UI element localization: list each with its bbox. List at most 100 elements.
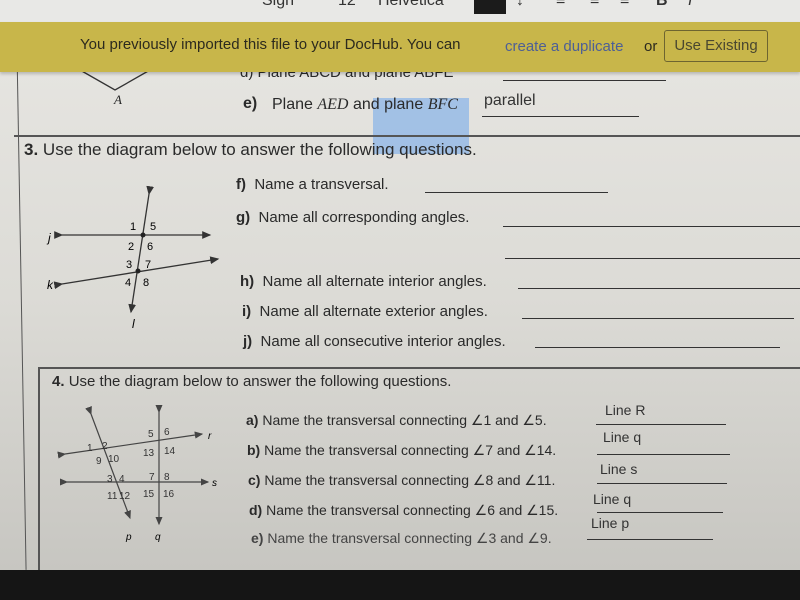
- q4-item-d: d) Name the transversal connecting ∠6 an…: [249, 502, 559, 518]
- q4-title: Use the diagram below to answer the foll…: [68, 373, 452, 390]
- answer-line-c: [597, 483, 727, 484]
- document-page: A d) Plane ABCD and plane ABFE e) Plane …: [0, 21, 800, 570]
- answer-line-a: [596, 424, 726, 425]
- answer-a[interactable]: Line R: [605, 402, 645, 418]
- angle-13: 13: [143, 448, 155, 459]
- create-duplicate-link[interactable]: create a duplicate: [505, 38, 623, 55]
- section-border: [38, 367, 40, 570]
- question-e-text-2: and plane: [352, 96, 424, 113]
- answer-d[interactable]: Line q: [593, 491, 631, 507]
- sign-button[interactable]: Sign: [262, 0, 294, 10]
- font-size-select[interactable]: 12: [338, 0, 356, 10]
- label-j: j: [46, 231, 51, 245]
- answer-line-h[interactable]: [518, 288, 800, 289]
- plane-bfc: BFC: [427, 96, 458, 113]
- angle-11: 11: [107, 491, 118, 502]
- align-right-icon[interactable]: ≡: [620, 0, 629, 10]
- angle-5: 5: [148, 429, 154, 440]
- angle-4: 4: [119, 474, 125, 485]
- angle-8: 8: [164, 472, 170, 483]
- label-k: k: [47, 278, 54, 292]
- answer-line-j[interactable]: [535, 347, 780, 348]
- line-spacing-icon[interactable]: ↕: [516, 0, 524, 10]
- use-existing-button[interactable]: Use Existing: [664, 30, 768, 62]
- answer-line-d: [503, 80, 666, 81]
- angle-3: 3: [107, 474, 113, 485]
- answer-line-e: [482, 116, 639, 117]
- angle-7: 7: [145, 259, 151, 271]
- answer-line-g2[interactable]: [505, 258, 800, 259]
- q3-heading: 3. Use the diagram below to answer the f…: [24, 140, 477, 160]
- margin-line: [16, 21, 27, 570]
- import-notice-banner: You previously imported this file to you…: [0, 22, 800, 72]
- line-l: [128, 185, 155, 314]
- angle-9: 9: [96, 456, 102, 467]
- question-e-text-1: Plane: [272, 96, 313, 113]
- q4-item-c: c) Name the transversal connecting ∠8 an…: [248, 472, 556, 488]
- angle-14: 14: [164, 446, 176, 457]
- q4-number: 4.: [52, 373, 65, 390]
- align-left-icon[interactable]: ≡: [556, 0, 565, 10]
- angle-15: 15: [143, 489, 155, 500]
- angle-10: 10: [108, 454, 120, 465]
- angle-4: 4: [125, 277, 131, 289]
- q4-item-a: a) Name the transversal connecting ∠1 an…: [246, 412, 547, 428]
- label-s: s: [212, 478, 217, 489]
- font-select[interactable]: Helvetica: [378, 0, 444, 10]
- label-l: l: [132, 317, 135, 331]
- question-e-label: e): [243, 95, 258, 112]
- q3-item-g: g) Name all corresponding angles.: [236, 209, 470, 226]
- q4-heading: 4. Use the diagram below to answer the f…: [52, 373, 451, 390]
- q3-item-i: i) Name all alternate exterior angles.: [242, 303, 488, 320]
- align-center-icon[interactable]: ≡: [590, 0, 599, 10]
- q3-item-f: f) Name a transversal.: [236, 176, 389, 193]
- angle-16: 16: [163, 489, 175, 500]
- vertex-label: A: [114, 92, 122, 107]
- screen-bezel: [0, 570, 800, 600]
- angle-3: 3: [126, 259, 132, 271]
- angle-5: 5: [150, 221, 156, 233]
- answer-line-i[interactable]: [522, 318, 794, 319]
- italic-button[interactable]: I: [688, 0, 692, 10]
- q3-number: 3.: [24, 140, 39, 159]
- label-p: p: [125, 532, 132, 543]
- q4-item-b: b) Name the transversal connecting ∠7 an…: [247, 442, 557, 458]
- line-r: [57, 431, 204, 459]
- answer-b[interactable]: Line q: [603, 429, 641, 445]
- answer-e2[interactable]: Line p: [591, 515, 629, 531]
- angle-6: 6: [164, 427, 170, 438]
- angle-7: 7: [149, 472, 155, 483]
- q3-title: Use the diagram below to answer the foll…: [42, 140, 477, 159]
- q4-item-e: e) Name the transversal connecting ∠3 an…: [251, 530, 552, 546]
- q3-item-j: j) Name all consecutive interior angles.: [243, 333, 506, 350]
- banner-or: or: [644, 38, 658, 55]
- angle-2: 2: [128, 241, 134, 253]
- plane-aed: AED: [317, 96, 349, 113]
- answer-line-e2: [587, 539, 713, 540]
- answer-line-f[interactable]: [425, 192, 608, 193]
- intersection-point: [135, 268, 141, 274]
- label-r: r: [208, 431, 212, 442]
- section-divider: [14, 135, 800, 137]
- angle-1: 1: [130, 221, 136, 233]
- editor-toolbar: Sign 12 Helvetica ↕ ≡ ≡ ≡ B I: [0, 0, 800, 23]
- angle-6: 6: [147, 241, 153, 253]
- intersection-point: [140, 232, 146, 238]
- angle-1: 1: [87, 443, 93, 454]
- banner-message: You previously imported this file to you…: [80, 36, 461, 53]
- section-divider-2: [38, 367, 800, 369]
- question-e: Plane AED and plane BFC: [272, 96, 458, 114]
- angle-2: 2: [102, 441, 108, 452]
- bold-button[interactable]: B: [656, 0, 668, 10]
- answer-e[interactable]: parallel: [484, 92, 536, 110]
- angle-8: 8: [143, 277, 149, 289]
- q3-diagram: j k l 1 5 2 6 3 7 4 8: [46, 185, 220, 331]
- text-color-swatch[interactable]: [474, 0, 506, 14]
- angle-12: 12: [119, 491, 131, 502]
- answer-c[interactable]: Line s: [600, 461, 637, 477]
- q3-item-h: h) Name all alternate interior angles.: [240, 273, 487, 290]
- answer-line-d2: [597, 512, 723, 513]
- answer-line-b: [597, 454, 730, 455]
- q4-diagram: r s p q 1 2 9 10 3 4 11 12 5 6 13 14 7 8…: [57, 404, 217, 543]
- answer-line-g[interactable]: [503, 226, 800, 227]
